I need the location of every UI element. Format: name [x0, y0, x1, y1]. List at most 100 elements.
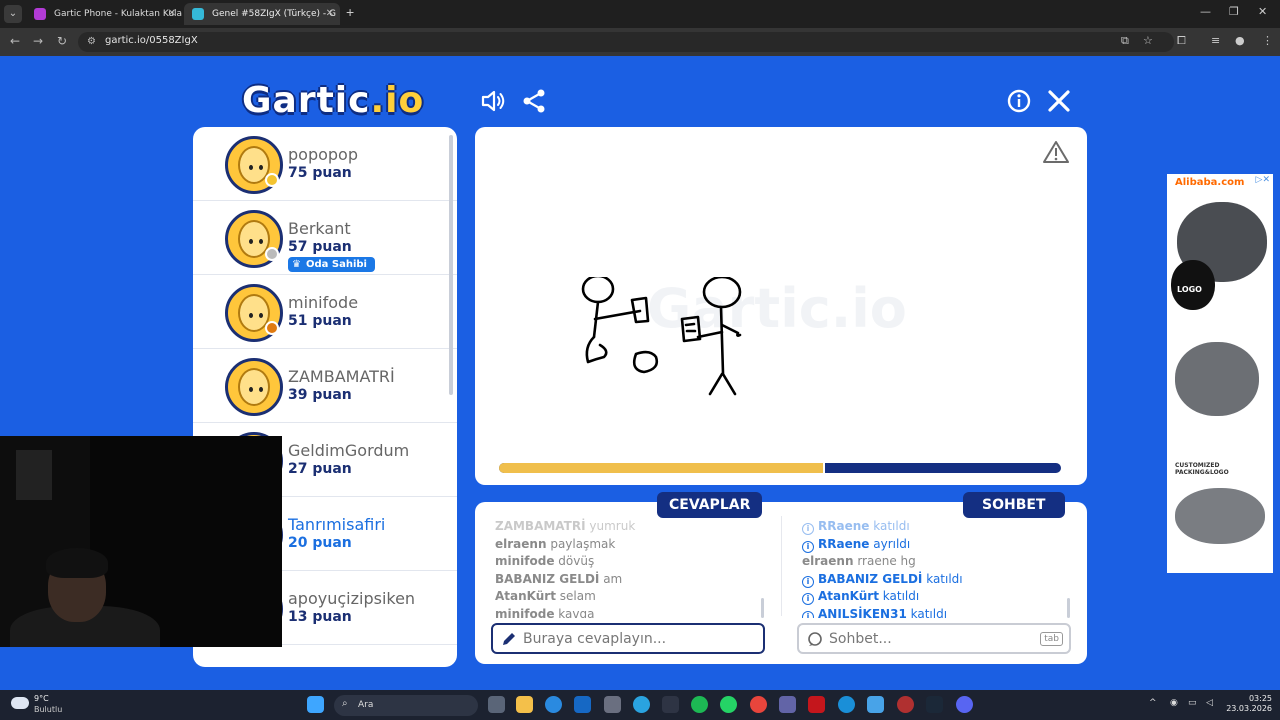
avatar-eye: [249, 387, 253, 392]
warning-icon[interactable]: [1043, 140, 1069, 164]
teams-icon[interactable]: [779, 696, 796, 713]
volume-icon[interactable]: ◁: [1206, 698, 1213, 708]
ad-product-image-3: [1175, 488, 1265, 544]
player-score: 51 puan: [288, 313, 352, 329]
telegram-icon[interactable]: [633, 696, 650, 713]
system-message: i RRaene ayrıldı: [802, 536, 1072, 554]
panel-divider: [781, 516, 782, 616]
window-close-icon[interactable]: ✕: [1258, 5, 1267, 18]
info-icon[interactable]: [1006, 88, 1032, 114]
reload-icon[interactable]: ↻: [57, 34, 67, 48]
crown-icon: ♛: [292, 259, 301, 270]
message-text: katıldı: [910, 606, 948, 619]
tab-title: Genel #58ZIgX (Türkçe) - G: [212, 9, 336, 19]
discord-icon[interactable]: [956, 696, 973, 713]
reading-list-icon[interactable]: ≡: [1211, 34, 1220, 47]
player-score: 75 puan: [288, 165, 352, 181]
info-circle-icon: i: [802, 540, 814, 553]
forward-icon[interactable]: →: [33, 34, 43, 48]
install-app-icon[interactable]: ⧉: [1121, 34, 1129, 48]
message-text: katıldı: [882, 589, 920, 603]
edge-icon[interactable]: [545, 696, 562, 713]
tab-answers[interactable]: CEVAPLAR: [657, 492, 763, 518]
message-text: katıldı: [873, 519, 910, 533]
netflix-icon[interactable]: [808, 696, 825, 713]
browser-tab-active[interactable]: Genel #58ZIgX (Türkçe) - G ✕: [184, 3, 340, 25]
speaker-icon[interactable]: [480, 88, 506, 114]
player-name: Berkant: [288, 219, 351, 238]
url-field[interactable]: ⚙ gartic.io/0558ZIgX: [78, 32, 1174, 52]
advertisement[interactable]: Alibaba.com ▷✕ LOGO CUSTOMIZED PACKING&L…: [1167, 174, 1273, 573]
player-score: 20 puan: [288, 535, 352, 551]
profile-icon[interactable]: ●: [1235, 34, 1245, 47]
microphone-icon[interactable]: ◉: [1170, 698, 1178, 708]
chrome-icon[interactable]: [750, 696, 767, 713]
minimize-icon[interactable]: —: [1200, 5, 1211, 18]
answers-scrollbar[interactable]: [761, 598, 764, 618]
whatsapp-icon[interactable]: [720, 696, 737, 713]
taskbar-clock[interactable]: 03:25 23.03.2026: [1222, 694, 1272, 714]
message-user: AtanKürt: [818, 589, 879, 603]
extensions-icon[interactable]: ⧠: [1177, 34, 1186, 48]
chat-input-box[interactable]: tab: [797, 623, 1071, 654]
drawing-canvas[interactable]: Gartic.io: [475, 127, 1087, 485]
pencil-icon: [503, 633, 515, 645]
player-row[interactable]: ZAMBAMATRİ 39 puan: [193, 349, 457, 423]
share-icon[interactable]: [521, 88, 547, 114]
start-icon[interactable]: [307, 696, 324, 713]
tab-title: Gartic Phone - Kulaktan Kulağa: [54, 9, 182, 19]
player-score: 13 puan: [288, 609, 352, 625]
browser-menu-icon[interactable]: ⋮: [1262, 34, 1273, 47]
network-icon[interactable]: ▭: [1188, 698, 1197, 708]
message-user: elraenn: [495, 536, 547, 551]
browser-tab[interactable]: Gartic Phone - Kulaktan Kulağa ✕: [26, 3, 182, 25]
message-text: rraene hg: [857, 554, 916, 568]
clock-time: 03:25: [1248, 694, 1272, 703]
new-tab-button[interactable]: +: [346, 4, 354, 20]
terminal-icon[interactable]: [662, 696, 679, 713]
site-info-icon[interactable]: ⚙: [87, 36, 96, 47]
answer-input-box[interactable]: [491, 623, 765, 654]
avatar-eye: [259, 313, 263, 318]
tab-search-button[interactable]: ⌄: [4, 5, 22, 23]
file-explorer-icon[interactable]: [516, 696, 533, 713]
store-icon[interactable]: [604, 696, 621, 713]
app-icon[interactable]: [867, 696, 884, 713]
bookmark-star-icon[interactable]: ☆: [1143, 34, 1153, 47]
answer-input[interactable]: [523, 629, 743, 649]
recording-app-icon[interactable]: [897, 696, 914, 713]
chat-list: i RRaene katıldı i RRaene ayrıldı elraenn rr…: [802, 518, 1072, 618]
steam-icon[interactable]: [926, 696, 943, 713]
tab-close-icon[interactable]: ✕: [326, 3, 334, 25]
outlook-icon[interactable]: [574, 696, 591, 713]
player-name: apoyuçizipsiken: [288, 589, 416, 608]
spotify-icon[interactable]: [691, 696, 708, 713]
player-list-scrollbar[interactable]: [449, 135, 453, 395]
answer-message: ZAMBAMATRİ yumruk: [495, 518, 765, 536]
webcam-person-hair: [46, 548, 108, 578]
tab-close-icon[interactable]: ✕: [168, 3, 176, 25]
avatar-eye: [259, 165, 263, 170]
answer-message: BABANIZ GELDİ am: [495, 571, 765, 589]
tab-chat[interactable]: SOHBET: [963, 492, 1065, 518]
browser-app-icon[interactable]: [838, 696, 855, 713]
message-user: RRaene: [818, 536, 870, 551]
task-view-icon[interactable]: [488, 696, 505, 713]
taskbar-search[interactable]: ⌕ Ara: [334, 695, 478, 716]
ad-logo-tag: LOGO: [1177, 285, 1202, 294]
back-icon[interactable]: ←: [10, 34, 20, 48]
restore-icon[interactable]: ❐: [1229, 5, 1239, 18]
chat-input[interactable]: [829, 629, 1049, 649]
browser-tab-bar: ⌄ Gartic Phone - Kulaktan Kulağa ✕ Genel…: [0, 0, 1280, 28]
chat-scrollbar[interactable]: [1067, 598, 1070, 618]
player-row[interactable]: minifode 51 puan: [193, 275, 457, 349]
logo-text: Gartic: [242, 80, 371, 121]
player-name: minifode: [288, 293, 359, 312]
player-row[interactable]: popopop 75 puan: [193, 127, 457, 201]
tray-chevron-icon[interactable]: ^: [1149, 698, 1157, 708]
player-row[interactable]: Berkant 57 puan ♛ Oda Sahibi: [193, 201, 457, 275]
close-icon[interactable]: [1046, 88, 1072, 114]
system-message: i RRaene katıldı: [802, 518, 1072, 536]
ad-choices-icon[interactable]: ▷✕: [1256, 175, 1270, 185]
message-text: selam: [559, 589, 596, 603]
